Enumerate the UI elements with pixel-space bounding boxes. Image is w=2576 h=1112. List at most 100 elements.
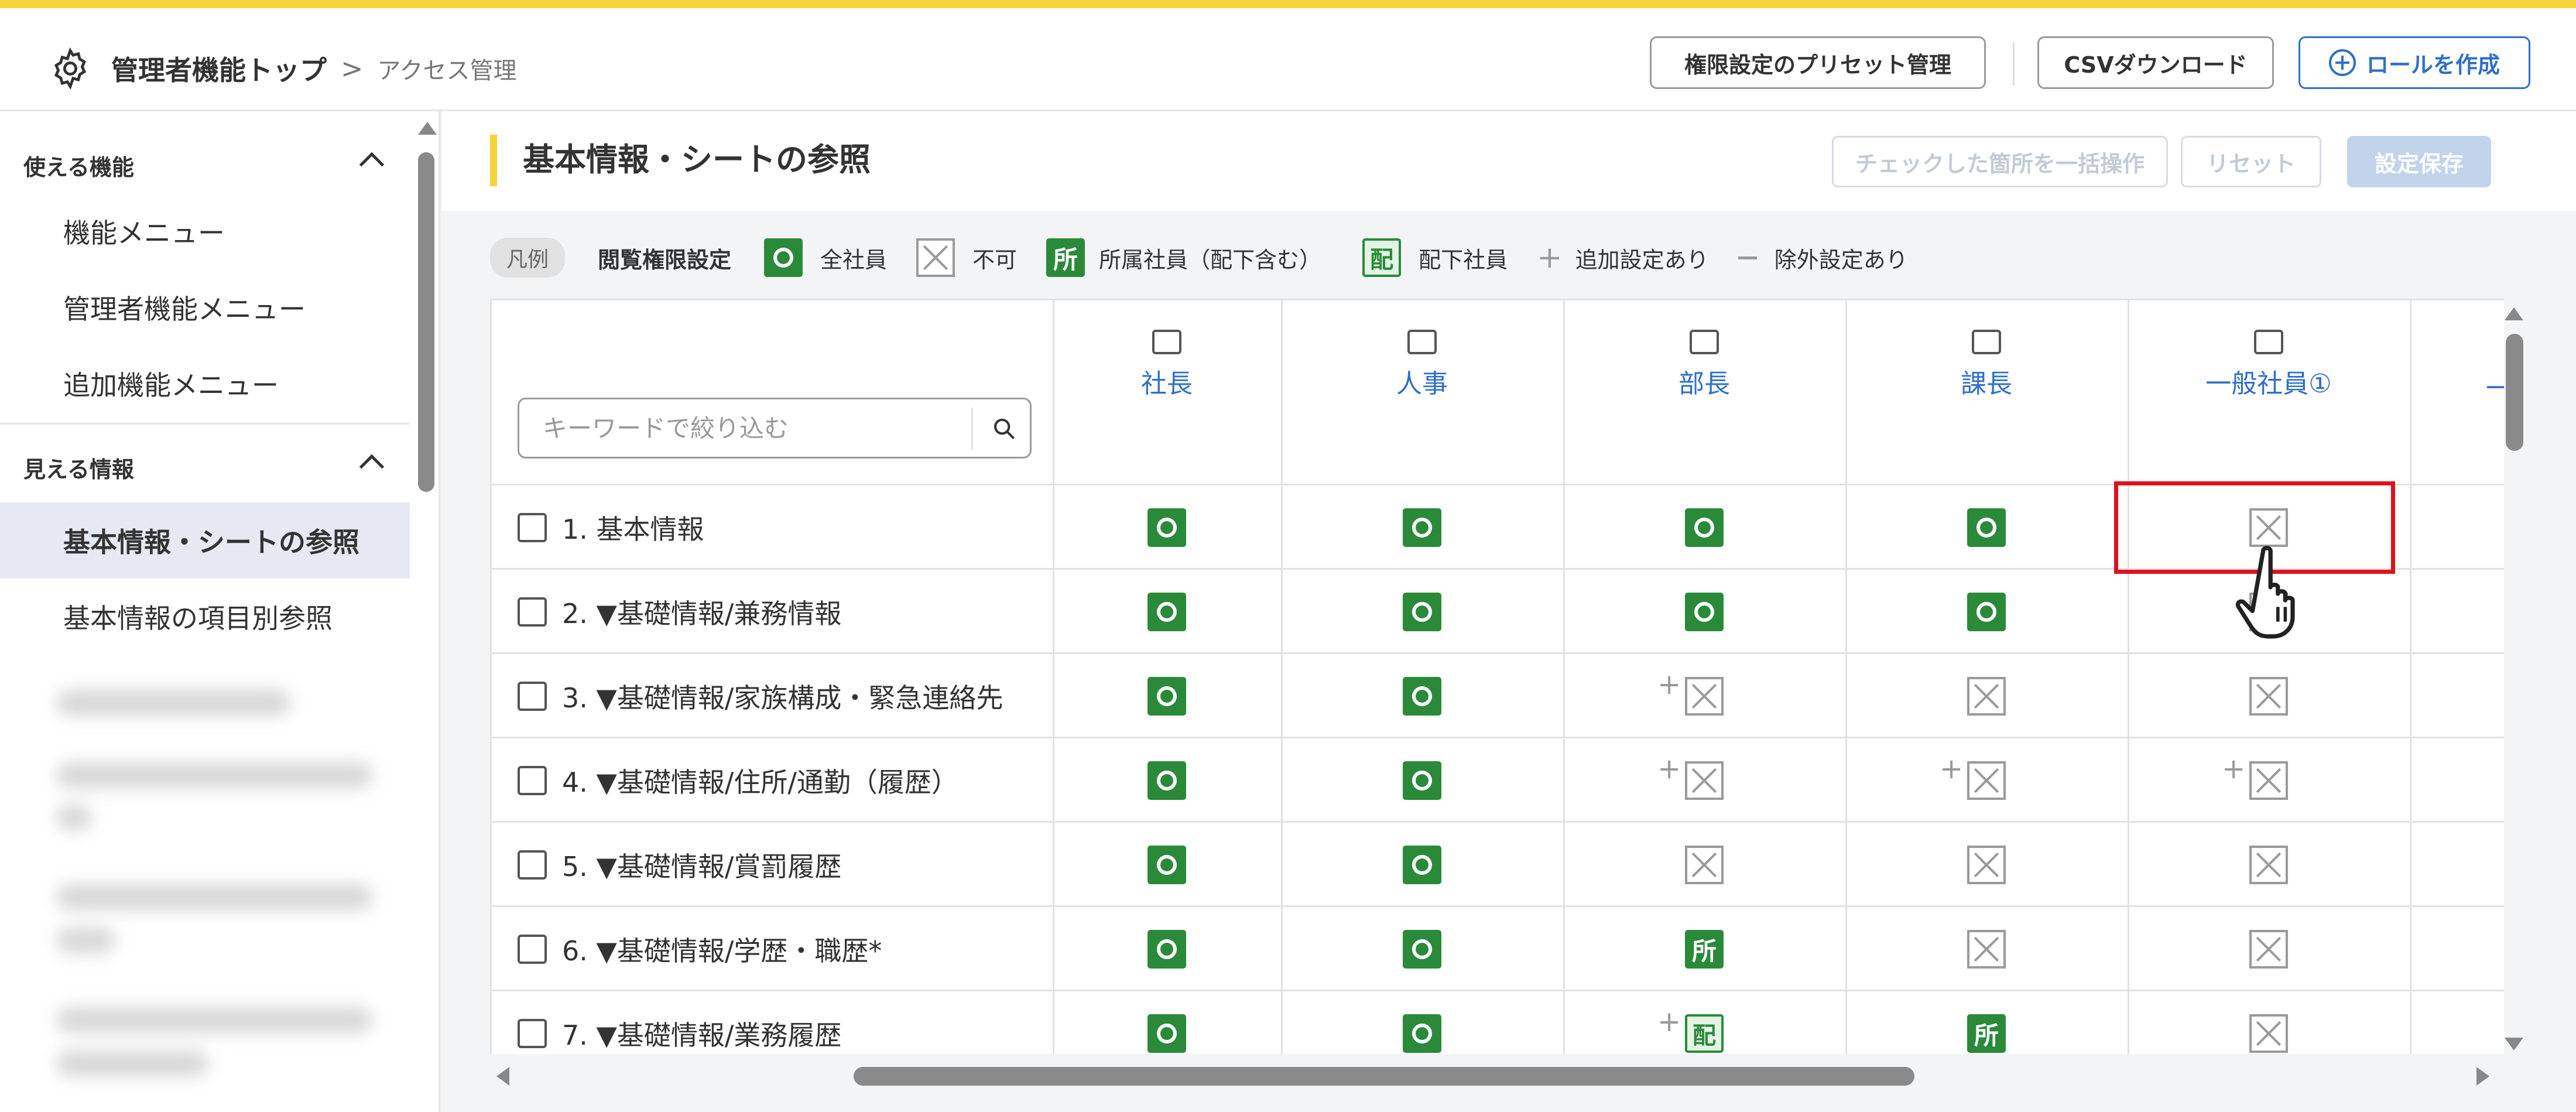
sidebar-item-admin-menu[interactable]: 管理者機能メニュー xyxy=(0,269,410,345)
permission-cell[interactable] xyxy=(1053,991,1281,1054)
permission-cell[interactable] xyxy=(2128,907,2410,991)
all-employees-icon xyxy=(1403,1014,1441,1053)
permission-cell[interactable] xyxy=(1053,823,1281,907)
permission-cell[interactable] xyxy=(1563,570,1845,654)
sidebar-section-visible-info[interactable]: 見える情報 xyxy=(0,432,410,502)
table-horizontal-scrollbar[interactable] xyxy=(854,1067,1914,1086)
permission-cell[interactable] xyxy=(1281,991,1563,1054)
permission-cell[interactable] xyxy=(2128,991,2410,1054)
gear-icon[interactable] xyxy=(49,47,91,90)
row-checkbox[interactable] xyxy=(518,935,547,964)
reset-label: リセット xyxy=(2206,150,2296,177)
sidebar-item-blurred[interactable] xyxy=(56,762,372,788)
sidebar-item-additional-menu[interactable]: 追加機能メニュー xyxy=(0,345,410,422)
bulk-operation-button[interactable]: チェックした箇所を一括操作 xyxy=(1832,136,2168,187)
sidebar-item-feature-menu[interactable]: 機能メニュー xyxy=(0,193,410,269)
row-checkbox[interactable] xyxy=(518,682,547,711)
permission-cell[interactable] xyxy=(1845,485,2128,570)
row-label-text: 7. ▼基礎情報/業務履歴 xyxy=(562,1019,842,1051)
create-role-button[interactable]: ロールを作成 xyxy=(2298,36,2530,89)
row-checkbox[interactable] xyxy=(518,850,547,880)
sidebar-scroll-up-arrow[interactable] xyxy=(418,122,437,135)
permission-cell[interactable] xyxy=(1563,823,1845,907)
subordinates-icon: 配 xyxy=(1362,238,1402,277)
csv-download-button[interactable]: CSVダウンロード xyxy=(2037,36,2274,89)
column-header-label[interactable]: 部長 xyxy=(1678,362,1730,400)
bulk-operation-label: チェックした箇所を一括操作 xyxy=(1855,150,2145,177)
permission-cell[interactable] xyxy=(1563,485,1845,570)
row-checkbox[interactable] xyxy=(518,1019,547,1048)
not-allowed-icon xyxy=(2249,846,2288,884)
permission-cell[interactable] xyxy=(2128,654,2410,738)
column-checkbox[interactable] xyxy=(2254,330,2283,354)
all-employees-icon xyxy=(1403,593,1441,631)
permission-cell[interactable] xyxy=(1281,738,1563,823)
preset-management-label: 権限設定のプリセット管理 xyxy=(1684,52,1951,78)
department-icon: 所 xyxy=(1046,238,1085,277)
permission-cell[interactable]: + xyxy=(1563,654,1845,738)
breadcrumb-root[interactable]: 管理者機能トップ xyxy=(111,49,327,88)
permission-cell[interactable]: 所 xyxy=(1563,907,1845,991)
permission-cell[interactable]: + xyxy=(1563,738,1845,823)
table-scroll-right-arrow[interactable] xyxy=(2476,1067,2489,1086)
permission-cell[interactable]: + 配 xyxy=(1563,991,1845,1054)
sidebar-item-blurred[interactable] xyxy=(56,1007,372,1033)
legend-title: 閲覧権限設定 xyxy=(598,247,732,273)
permission-cell[interactable] xyxy=(1053,570,1281,654)
permission-cell[interactable] xyxy=(1281,485,1563,570)
column-header-label[interactable]: 一般社員① xyxy=(2205,362,2331,400)
permission-cell[interactable] xyxy=(1281,907,1563,991)
table-scroll-down-arrow[interactable] xyxy=(2505,1038,2523,1051)
permission-cell[interactable] xyxy=(1053,738,1281,823)
row-checkbox[interactable] xyxy=(518,766,547,795)
permission-cell[interactable] xyxy=(1845,570,2128,654)
sidebar-scrollbar[interactable] xyxy=(418,152,434,492)
permission-cell[interactable] xyxy=(1845,907,2128,991)
permission-cell[interactable] xyxy=(1281,654,1563,738)
sidebar-item-blurred[interactable] xyxy=(56,690,290,716)
legend-item-label: 追加設定あり xyxy=(1575,247,1709,273)
permission-cell[interactable] xyxy=(1281,823,1563,907)
row-label-text: 1. 基本情報 xyxy=(562,514,704,545)
table-vertical-scrollbar[interactable] xyxy=(2506,334,2523,451)
permission-cell[interactable] xyxy=(1053,654,1281,738)
column-header-label[interactable]: 課長 xyxy=(1961,362,2012,400)
permission-cell[interactable] xyxy=(1281,570,1563,654)
permission-cell[interactable] xyxy=(2128,823,2410,907)
all-employees-icon xyxy=(1403,677,1441,716)
keyword-filter-input[interactable] xyxy=(543,399,964,457)
all-employees-icon xyxy=(1403,761,1441,800)
column-checkbox[interactable] xyxy=(1407,330,1437,354)
permission-cell[interactable]: + xyxy=(1845,738,2128,823)
plus-icon: + xyxy=(1940,752,1964,785)
permission-cell[interactable] xyxy=(1053,907,1281,991)
permission-cell[interactable] xyxy=(1053,485,1281,570)
permission-cell[interactable]: + xyxy=(2128,738,2410,823)
sidebar-item-basic-info-sheets[interactable]: 基本情報・シートの参照 xyxy=(0,502,410,579)
sidebar-section-features[interactable]: 使える機能 xyxy=(0,130,410,200)
save-settings-button[interactable]: 設定保存 xyxy=(2347,136,2491,187)
permission-cell[interactable] xyxy=(1845,823,2128,907)
row-checkbox[interactable] xyxy=(518,597,547,627)
legend: 凡例 閲覧権限設定 全社員 不可 所 所属社員（配下含む） 配 配下社員 + 追… xyxy=(490,234,1937,281)
search-icon[interactable] xyxy=(992,417,1016,440)
column-checkbox[interactable] xyxy=(1690,330,1719,354)
permission-cell[interactable]: 所 xyxy=(1845,991,2128,1054)
row-checkbox[interactable] xyxy=(518,513,547,542)
table-scroll-up-arrow[interactable] xyxy=(2505,307,2523,320)
column-header-label[interactable]: 人事 xyxy=(1396,362,1448,400)
column-checkbox[interactable] xyxy=(1152,330,1181,354)
all-employees-icon xyxy=(1685,593,1724,631)
sidebar-item-blurred[interactable] xyxy=(56,884,372,910)
column-header-hr: 人事 xyxy=(1281,330,1563,400)
permission-cell[interactable] xyxy=(1845,654,2128,738)
sidebar-item-basic-info-fields[interactable]: 基本情報の項目別参照 xyxy=(0,579,410,655)
preset-management-button[interactable]: 権限設定のプリセット管理 xyxy=(1650,36,1986,89)
all-employees-icon xyxy=(1685,508,1724,547)
column-header-label[interactable]: 社長 xyxy=(1141,362,1193,400)
column-header-label[interactable]: 一 xyxy=(2486,367,2504,405)
not-allowed-icon xyxy=(2249,677,2288,716)
column-checkbox[interactable] xyxy=(1972,330,2001,354)
table-scroll-left-arrow[interactable] xyxy=(496,1067,509,1086)
reset-button[interactable]: リセット xyxy=(2181,136,2321,187)
